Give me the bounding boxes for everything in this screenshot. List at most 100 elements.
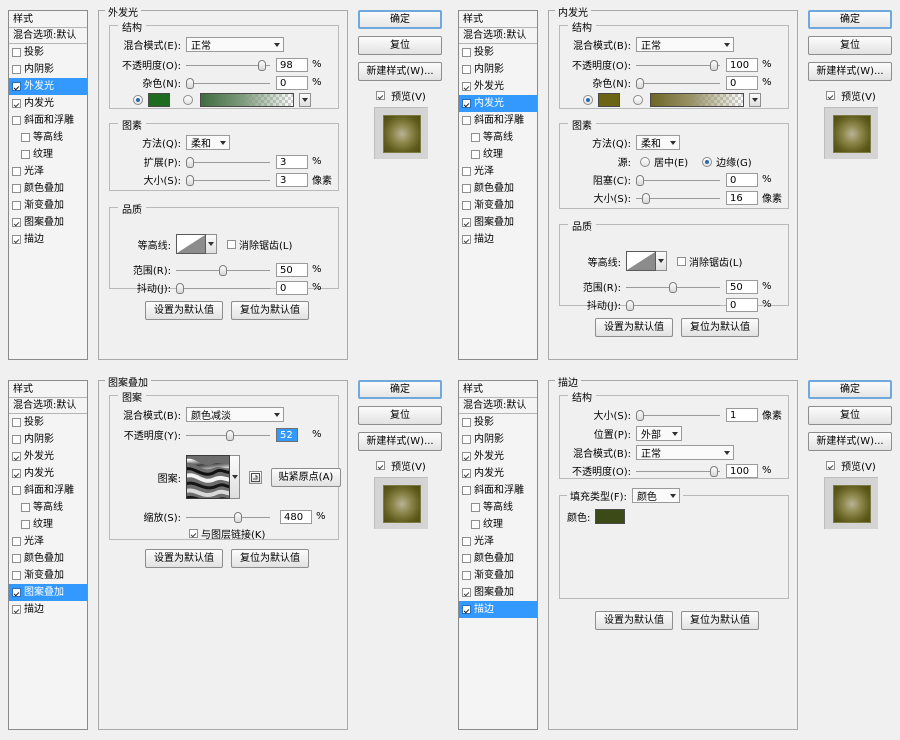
effect-item-8[interactable]: 颜色叠加 [9,550,87,567]
preview-toggle-row[interactable]: 预览(V) [808,458,894,473]
preview-toggle-row[interactable]: 预览(V) [358,458,444,473]
effect-item-1[interactable]: 内阴影 [9,431,87,448]
choke-input[interactable]: 0 [726,172,758,187]
contour-preview[interactable] [176,234,206,254]
set-default-button[interactable]: 设置为默认值 [595,318,673,337]
opacity-slider-knob[interactable] [710,59,718,71]
radio-source-center[interactable] [640,156,650,167]
effect-item-3[interactable]: 内发光 [9,465,87,482]
effect-checkbox-3[interactable] [12,469,21,478]
position-select[interactable]: 外部 [636,426,682,441]
spread-input[interactable]: 3 [276,154,308,169]
jitter-input[interactable]: 0 [726,297,758,312]
gradient-picker-chevron-icon[interactable] [749,92,761,107]
effect-item-6[interactable]: 纹理 [459,146,537,163]
opacity-input[interactable]: 100 [726,463,758,478]
noise-slider[interactable] [186,76,270,90]
preview-checkbox[interactable] [826,91,836,100]
contour-preview[interactable] [626,251,656,271]
blend-options-item[interactable]: 混合选项:默认 [9,398,87,414]
blend-options-item[interactable]: 混合选项:默认 [459,28,537,44]
blend-mode-select[interactable]: 正常 [186,37,284,52]
effect-item-0[interactable]: 投影 [459,414,537,431]
jitter-slider[interactable] [626,298,720,312]
effect-item-2[interactable]: 外发光 [9,448,87,465]
choke-slider-knob[interactable] [636,174,644,186]
effect-item-3[interactable]: 内发光 [9,95,87,112]
effect-item-7[interactable]: 光泽 [459,163,537,180]
effect-item-2[interactable]: 外发光 [459,448,537,465]
blend-mode-select[interactable]: 颜色减淡 [186,407,284,422]
effect-item-5[interactable]: 等高线 [9,499,87,516]
opacity-slider-knob[interactable] [226,429,234,441]
fill-type-select[interactable]: 颜色 [631,488,680,503]
effect-checkbox-2[interactable] [462,82,471,91]
glow-gradient-bar[interactable] [200,92,294,107]
range-input[interactable]: 50 [276,262,308,277]
effect-checkbox-9[interactable] [462,571,471,580]
spread-slider-knob[interactable] [186,156,194,168]
effect-checkbox-8[interactable] [12,184,21,193]
glow-color-swatch[interactable] [148,92,170,107]
pattern-picker-chevron-icon[interactable] [230,455,240,499]
effect-item-10[interactable]: 图案叠加 [9,214,87,231]
effect-item-5[interactable]: 等高线 [459,499,537,516]
noise-slider[interactable] [636,76,720,90]
effect-checkbox-9[interactable] [462,201,471,210]
effect-checkbox-0[interactable] [12,48,21,57]
effect-checkbox-4[interactable] [462,486,471,495]
jitter-slider[interactable] [176,281,270,295]
effect-item-4[interactable]: 斜面和浮雕 [459,482,537,499]
preview-toggle-row[interactable]: 预览(V) [358,88,444,103]
ok-button[interactable]: 确定 [808,380,892,399]
effect-item-11[interactable]: 描边 [459,601,537,618]
effect-item-10[interactable]: 图案叠加 [459,584,537,601]
effect-checkbox-3[interactable] [462,99,471,108]
fill-color-swatch[interactable] [595,509,626,524]
preview-toggle-row[interactable]: 预览(V) [808,88,894,103]
effect-checkbox-1[interactable] [462,65,471,74]
glow-gradient-bar[interactable] [650,92,744,107]
effect-item-4[interactable]: 斜面和浮雕 [9,482,87,499]
effect-checkbox-5[interactable] [471,503,480,512]
size-slider[interactable] [636,191,720,205]
range-slider[interactable] [626,280,720,294]
size-input[interactable]: 16 [726,190,758,205]
noise-slider-knob[interactable] [186,77,194,89]
glow-color-swatch[interactable] [598,92,620,107]
effect-item-9[interactable]: 渐变叠加 [459,567,537,584]
effect-checkbox-6[interactable] [471,520,480,529]
effect-checkbox-10[interactable] [12,218,21,227]
effect-item-5[interactable]: 等高线 [459,129,537,146]
reset-default-button[interactable]: 复位为默认值 [231,549,309,568]
size-slider-knob[interactable] [642,192,650,204]
set-default-button[interactable]: 设置为默认值 [145,549,223,568]
jitter-input[interactable]: 0 [276,280,308,295]
effect-checkbox-2[interactable] [12,452,21,461]
effect-item-0[interactable]: 投影 [9,414,87,431]
ok-button[interactable]: 确定 [358,380,442,399]
effect-checkbox-1[interactable] [462,435,471,444]
gradient-picker-chevron-icon[interactable] [299,92,311,107]
effect-item-0[interactable]: 投影 [9,44,87,61]
new-style-button[interactable]: 新建样式(W)... [808,432,892,451]
effect-item-4[interactable]: 斜面和浮雕 [9,112,87,129]
radio-source-edge[interactable] [702,156,713,167]
effect-item-7[interactable]: 光泽 [459,533,537,550]
effect-item-10[interactable]: 图案叠加 [459,214,537,231]
noise-input[interactable]: 0 [726,75,758,90]
new-style-button[interactable]: 新建样式(W)... [808,62,892,81]
effect-checkbox-11[interactable] [12,235,21,244]
effect-checkbox-4[interactable] [12,116,21,125]
effect-item-3[interactable]: 内发光 [459,95,537,112]
opacity-input[interactable]: 52 [276,427,298,442]
effect-item-7[interactable]: 光泽 [9,533,87,550]
reset-button[interactable]: 复位 [358,406,442,425]
effect-checkbox-8[interactable] [462,184,471,193]
opacity-slider[interactable] [636,464,720,478]
set-default-button[interactable]: 设置为默认值 [595,611,673,630]
effect-item-9[interactable]: 渐变叠加 [9,197,87,214]
reset-default-button[interactable]: 复位为默认值 [681,318,759,337]
method-select[interactable]: 柔和 [186,135,230,150]
effect-checkbox-0[interactable] [12,418,21,427]
